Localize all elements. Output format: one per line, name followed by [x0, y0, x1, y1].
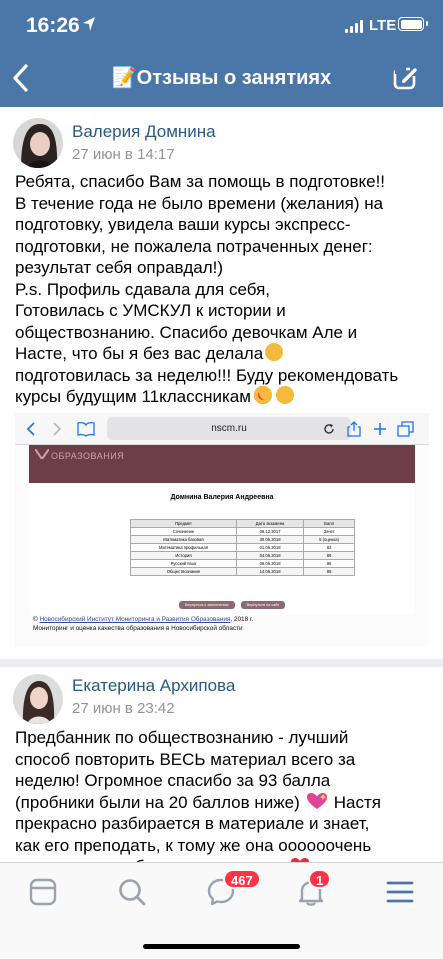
tab-search-icon[interactable] [117, 877, 147, 907]
browser-toolbar: nscm.ru [15, 413, 429, 445]
table-row: Обществознание 14.06.2018 95 [130, 567, 355, 576]
post-date: 27 июн в 23:42 [72, 700, 175, 717]
browser-back-icon [26, 422, 35, 436]
share-icon [347, 421, 361, 437]
tab-messages[interactable]: 467 [206, 869, 261, 907]
cat-heart-eyes-emoji-icon [253, 386, 272, 404]
reload-icon [324, 424, 334, 434]
browser-url: nscm.ru [107, 417, 351, 440]
app-header: 16:26 LTE 📝Отзывы о занятиях [0, 0, 443, 107]
location-arrow-icon [83, 17, 95, 31]
notifications-badge: 1 [308, 869, 332, 889]
post-divider [0, 659, 443, 667]
status-time: 16:26 [26, 14, 80, 37]
tab-news-icon[interactable] [28, 877, 58, 907]
nav-bar: 📝Отзывы о занятиях [0, 50, 443, 107]
return-to-site-button: Вернуться на сайт [240, 601, 286, 609]
browser-forward-icon [53, 422, 62, 436]
battery-icon [398, 17, 428, 31]
results-table: Предмет Дата экзамена Балл Сочинение 06.1… [130, 519, 355, 576]
compose-icon[interactable] [392, 64, 420, 92]
post-author[interactable]: Екатерина Архипова [72, 676, 235, 696]
table-row: История 04.06.2018 86 [130, 551, 355, 560]
table-row: Математика базовая 30.05.2018 5 (оценка) [130, 535, 355, 544]
avatar[interactable] [13, 674, 63, 724]
new-tab-icon [374, 423, 386, 435]
tab-notifications[interactable]: 1 [296, 869, 332, 907]
bookmarks-icon [77, 421, 95, 437]
table-row: Русский язык 06.06.2018 96 [130, 559, 355, 568]
student-name: Домнина Валерия Андреевна [170, 494, 274, 501]
status-bar: 16:26 LTE [0, 0, 443, 50]
return-to-form-button: Вернуться к заполнению [179, 601, 235, 609]
messages-badge: 467 [223, 869, 261, 889]
results-panel: Домнина Валерия Андреевна Предмет Дата э… [29, 483, 415, 615]
table-row: Сочинение 06.12.2017 Зачет [130, 527, 355, 536]
post-text: Ребята, спасибо Вам за помощь в подготов… [15, 172, 399, 406]
tab-menu-icon[interactable] [385, 877, 415, 907]
site-logo-icon [35, 449, 49, 459]
avatar[interactable] [13, 118, 63, 168]
post-text: Предбанник по обществознанию - лучший сп… [15, 727, 435, 878]
cat-smile-emoji-icon [275, 386, 294, 404]
sparkling-heart-emoji-icon [306, 792, 327, 809]
post-author[interactable]: Валерия Домнина [72, 122, 216, 142]
photo-attachment[interactable]: nscm.ru ОБРАЗОВАНИЯ Домнина Валерия Андр… [15, 413, 429, 647]
tabs-icon [397, 421, 414, 437]
post-date: 27 июн в 14:17 [72, 146, 175, 163]
results-buttons: Вернуться к заполнению Вернуться на сайт [179, 601, 286, 609]
cat-grin-emoji-icon [265, 343, 284, 361]
network-label: LTE [369, 17, 397, 34]
page-title: 📝Отзывы о занятиях [111, 67, 332, 89]
site-banner: ОБРАЗОВАНИЯ [29, 445, 415, 483]
home-indicator [143, 944, 300, 949]
signal-icon [345, 19, 363, 33]
table-row: Математика профильная 01.06.2018 82 [130, 543, 355, 552]
site-footer: © Новосибирский Институт Мониторинга и Р… [33, 616, 254, 632]
